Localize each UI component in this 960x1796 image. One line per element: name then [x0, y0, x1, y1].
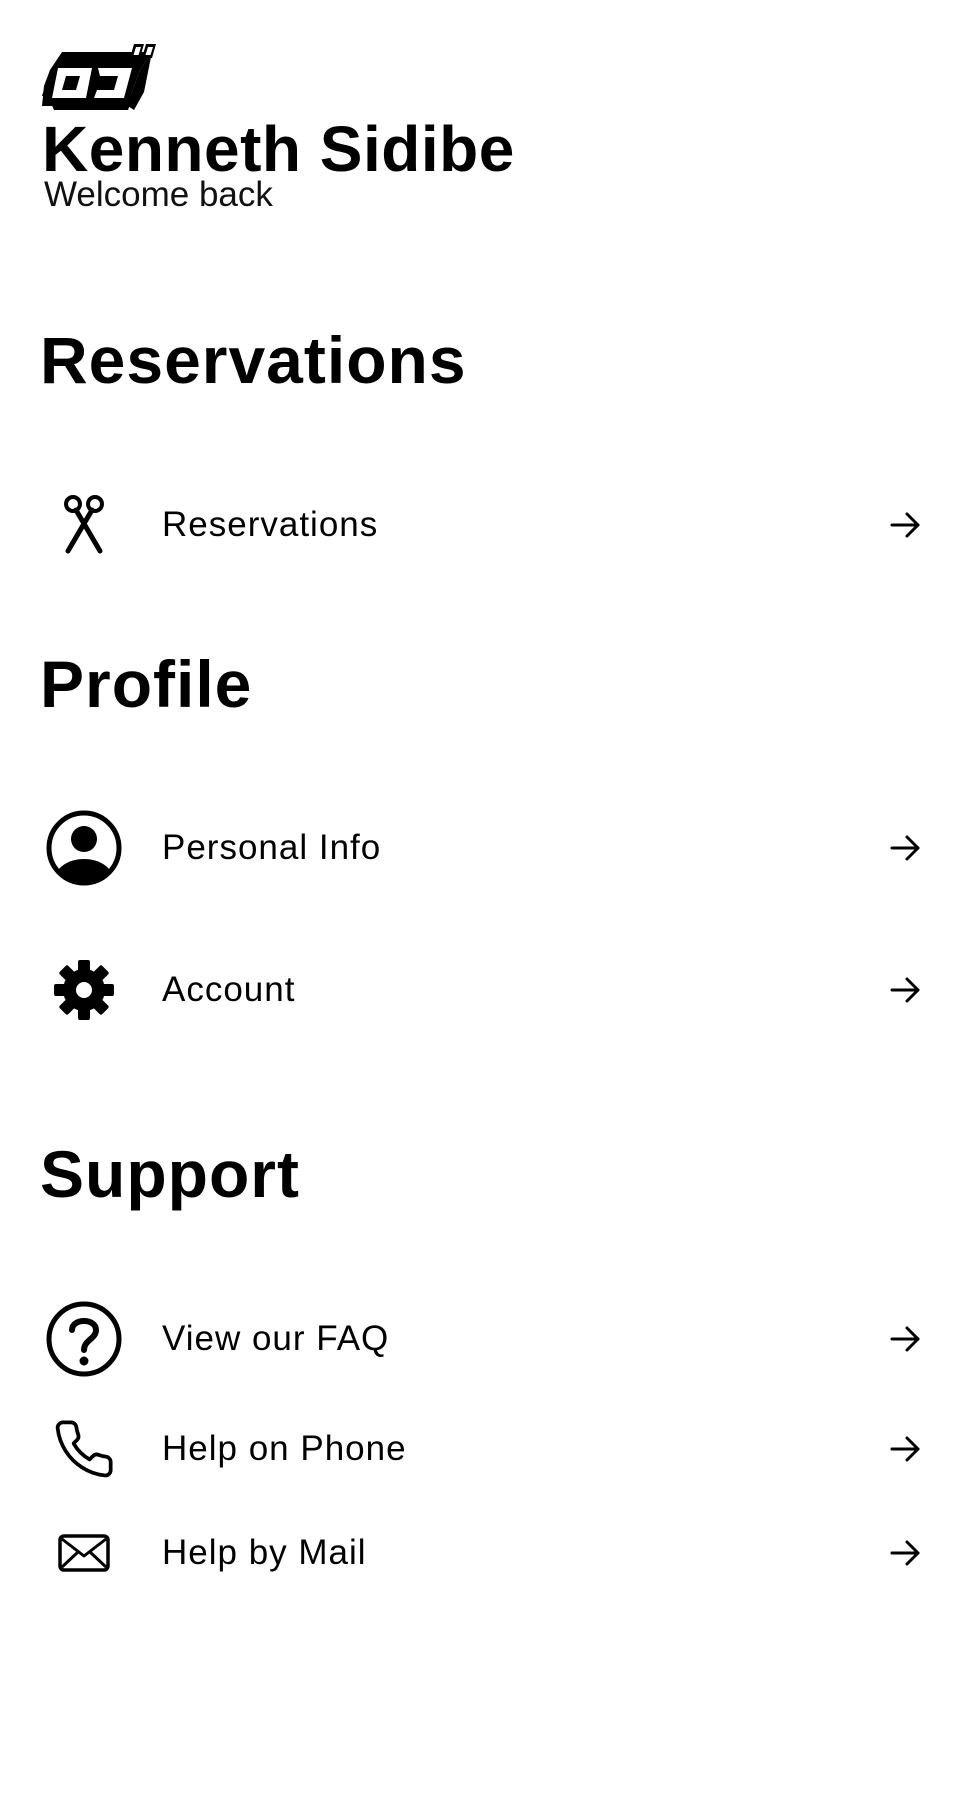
gear-icon: [44, 950, 124, 1030]
menu-item-phone[interactable]: Help on Phone: [0, 1399, 960, 1499]
arrow-right-icon: [890, 1326, 920, 1352]
menu-label: Help by Mail: [162, 1533, 367, 1572]
section-title-reservations: Reservations: [40, 323, 467, 397]
arrow-right-icon: [890, 512, 920, 538]
menu-label: View our FAQ: [162, 1319, 390, 1358]
welcome-text: Welcome back: [44, 175, 273, 214]
section-title-profile: Profile: [40, 647, 253, 721]
menu-item-account[interactable]: Account: [0, 940, 960, 1040]
menu-label: Account: [162, 970, 296, 1009]
menu-item-mail[interactable]: Help by Mail: [0, 1503, 960, 1603]
scissors-icon: [44, 485, 124, 565]
menu-item-personal-info[interactable]: Personal Info: [0, 798, 960, 898]
menu-label: Reservations: [162, 505, 379, 544]
user-circle-icon: [44, 808, 124, 888]
arrow-right-icon: [890, 977, 920, 1003]
menu-item-faq[interactable]: View our FAQ: [0, 1289, 960, 1389]
question-circle-icon: [44, 1299, 124, 1379]
arrow-right-icon: [890, 1436, 920, 1462]
menu-item-reservations[interactable]: Reservations: [0, 475, 960, 575]
mail-icon: [44, 1513, 124, 1593]
section-title-support: Support: [40, 1137, 300, 1211]
menu-label: Help on Phone: [162, 1429, 407, 1468]
arrow-right-icon: [890, 835, 920, 861]
menu-label: Personal Info: [162, 828, 382, 867]
arrow-right-icon: [890, 1540, 920, 1566]
logo-icon: [42, 44, 156, 110]
phone-icon: [44, 1409, 124, 1489]
